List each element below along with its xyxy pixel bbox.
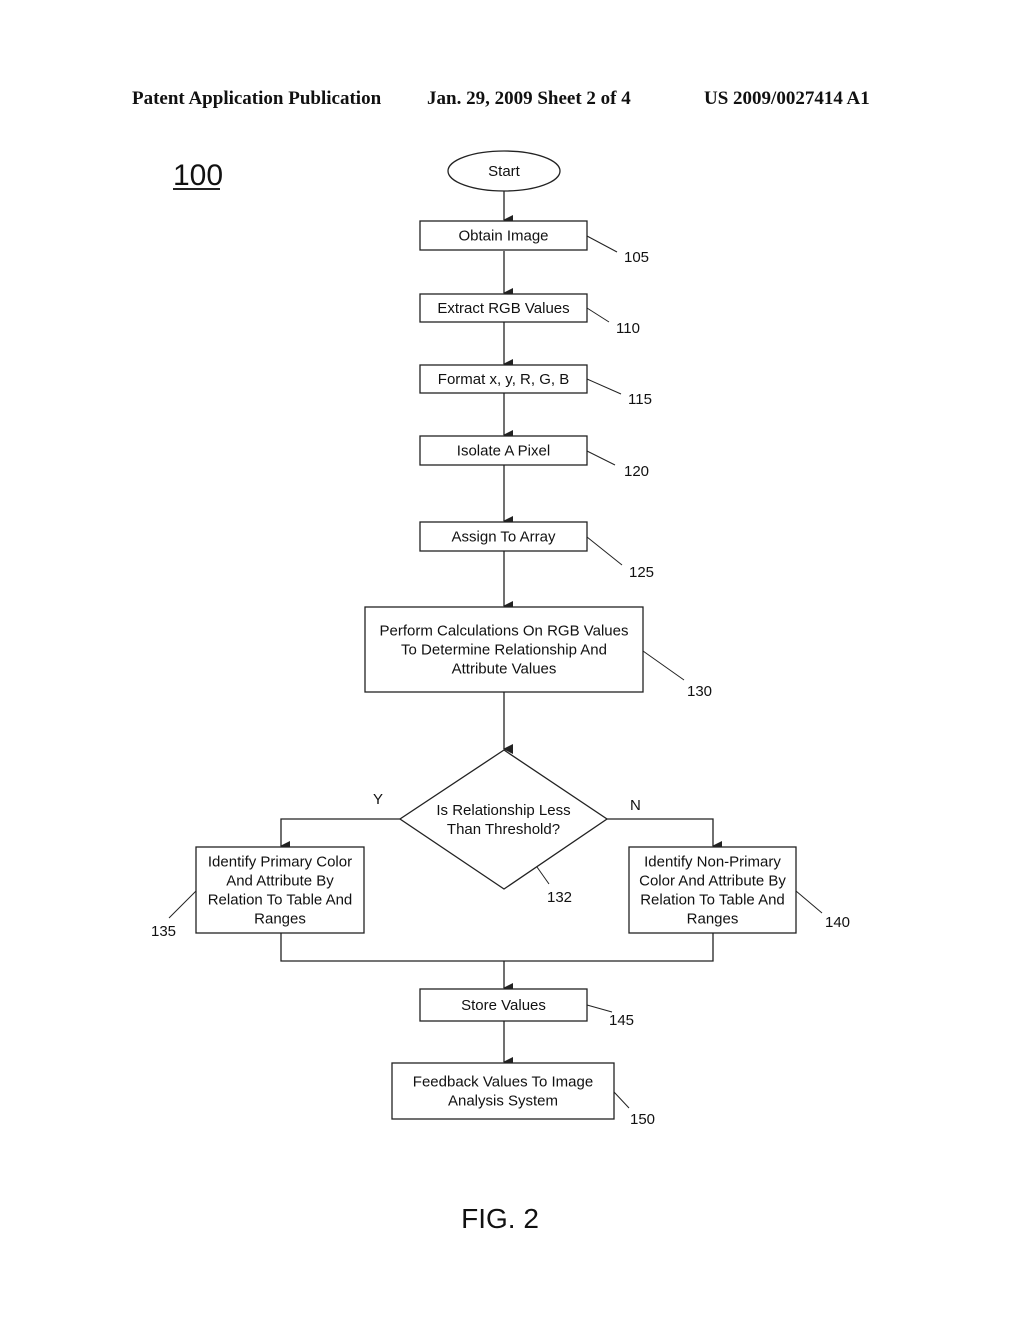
leader-135 [168, 890, 197, 919]
node-label-line: Perform Calculations On RGB Values [380, 623, 629, 640]
node-extract-rgb: Extract RGB Values [419, 293, 588, 323]
node-label: Extract RGB Values [437, 300, 569, 317]
node-label: Start [488, 163, 521, 180]
node-label-line: Isolate A Pixel [457, 443, 550, 460]
node-label-line: Obtain Image [458, 228, 548, 245]
node-label: Format x, y, R, G, B [438, 371, 569, 388]
node-label-line: Ranges [254, 911, 306, 928]
node-label-line: Analysis System [448, 1093, 558, 1110]
node-start: Start [447, 150, 561, 192]
node-label-line: Relation To Table And [208, 892, 353, 909]
node-identify-non-primary: Identify Non-Primary Color And Attribute … [628, 846, 797, 934]
node-label: Assign To Array [452, 529, 556, 546]
ref-numeral: 115 [628, 391, 652, 408]
no-branch-label: N [630, 797, 641, 814]
node-label-line: Store Values [461, 997, 546, 1014]
ref-numeral: 150 [630, 1111, 655, 1128]
node-format-xyrgb: Format x, y, R, G, B [419, 364, 588, 394]
leader-125 [586, 536, 623, 566]
flowchart: 100 Start Obtain Image Extract RGB Value… [151, 150, 850, 1234]
arrow-yes-branch [280, 818, 400, 851]
node-threshold-decision: Is Relationship Less Than Threshold? [398, 749, 609, 890]
node-store-values: Store Values [419, 988, 588, 1022]
node-identify-primary: Identify Primary Color And Attribute By Re… [195, 846, 365, 934]
node-perform-calculations: Perform Calculations On RGB Values To Det… [364, 606, 644, 693]
node-label-line: Relation To Table And [640, 892, 785, 909]
leader-150 [613, 1091, 630, 1109]
node-isolate-pixel: Isolate A Pixel [419, 435, 588, 466]
leader-120 [586, 450, 616, 466]
ref-numeral: 105 [624, 249, 649, 266]
node-label-line: Attribute Values [452, 661, 557, 678]
leader-130 [642, 650, 685, 681]
node-label-line: Identify Non-Primary [644, 854, 781, 871]
arrow-no-branch [607, 818, 722, 851]
ref-numeral: 140 [825, 914, 850, 931]
ref-numeral: 145 [609, 1012, 634, 1029]
node-label-line: Feedback Values To Image [413, 1074, 593, 1091]
node-label: Store Values [461, 997, 546, 1014]
node-label-line: Identify Primary Color [208, 854, 352, 871]
node-label-line: Color And Attribute By [639, 873, 786, 890]
leader-110 [586, 307, 610, 323]
node-label-line: Format x, y, R, G, B [438, 371, 569, 388]
decision-diamond [398, 749, 609, 890]
leader-140 [795, 890, 823, 914]
node-label-line: Start [488, 163, 521, 180]
node-label: Isolate A Pixel [457, 443, 550, 460]
node-label-line: Extract RGB Values [437, 300, 569, 317]
node-feedback-values: Feedback Values To Image Analysis System [391, 1062, 615, 1120]
node-label: Obtain Image [458, 228, 548, 245]
leader-105 [586, 235, 618, 253]
ref-numeral: 132 [547, 889, 572, 906]
node-label-line: Than Threshold? [447, 821, 560, 838]
leader-132 [536, 866, 550, 885]
node-obtain-image: Obtain Image [419, 220, 588, 251]
node-assign-array: Assign To Array [419, 521, 588, 552]
ref-numeral: 135 [151, 923, 176, 940]
merge-line [280, 933, 714, 962]
figure-label: FIG. 2 [461, 1203, 539, 1234]
leader-145 [586, 1004, 613, 1013]
diagram-id: 100 [173, 159, 223, 192]
yes-branch-label: Y [373, 791, 383, 808]
node-label-line: Is Relationship Less [436, 802, 570, 819]
ref-numeral: 110 [616, 320, 640, 337]
node-label-line: And Attribute By [226, 873, 334, 890]
ref-numeral: 130 [687, 683, 712, 700]
node-label-line: Assign To Array [452, 529, 556, 546]
process-box [391, 1062, 615, 1120]
ref-numeral: 120 [624, 463, 649, 480]
leader-115 [586, 378, 622, 395]
ref-numeral: 125 [629, 564, 654, 581]
node-label-line: To Determine Relationship And [401, 642, 607, 659]
node-label-line: Ranges [687, 911, 739, 928]
